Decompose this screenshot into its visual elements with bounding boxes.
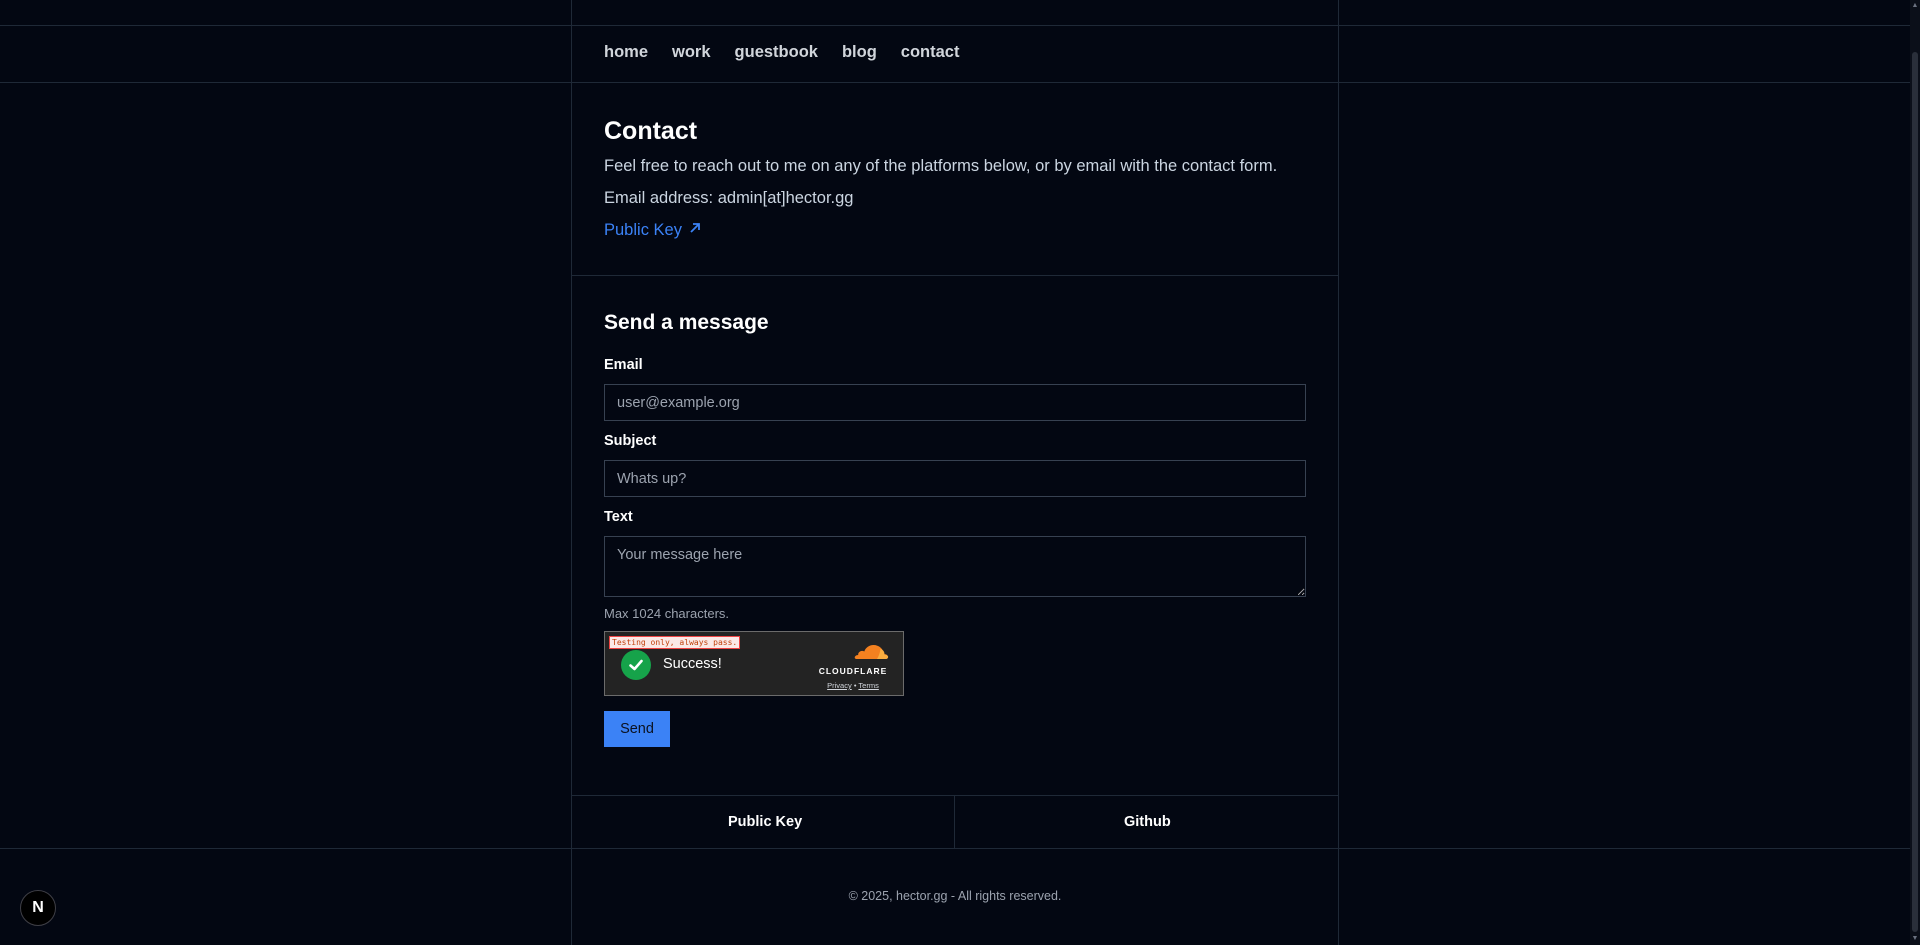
captcha-terms-link[interactable]: Terms <box>858 681 878 690</box>
grid-line-left <box>571 0 572 945</box>
grid-line-right <box>1338 0 1339 945</box>
page-title: Contact <box>604 117 698 145</box>
message-textarea[interactable] <box>604 536 1306 597</box>
send-button[interactable]: Send <box>604 711 670 747</box>
subject-input[interactable] <box>604 460 1306 497</box>
page-scrollbar[interactable]: ▲ ▼ <box>1910 0 1920 945</box>
subject-label: Subject <box>604 433 657 449</box>
footer-github-link[interactable]: Github <box>1124 814 1171 830</box>
footer-public-key-link[interactable]: Public Key <box>728 814 802 830</box>
footer-links-divider <box>571 795 1339 796</box>
nav-contact[interactable]: contact <box>901 43 960 62</box>
nav-guestbook[interactable]: guestbook <box>735 43 818 62</box>
grid-line-top <box>0 25 1910 26</box>
external-arrow-icon <box>688 221 702 240</box>
text-label: Text <box>604 509 633 525</box>
scrollbar-thumb[interactable] <box>1912 52 1918 932</box>
captcha-testing-note: Testing only, always pass. <box>609 636 741 649</box>
email-address: Email address: admin[at]hector.gg <box>604 189 854 207</box>
email-label: Email <box>604 357 643 373</box>
scroll-down-icon[interactable]: ▼ <box>1911 935 1919 943</box>
public-key-link[interactable]: Public Key <box>604 221 702 240</box>
scroll-up-icon[interactable]: ▲ <box>1911 2 1919 10</box>
nextjs-badge[interactable]: N <box>20 890 56 926</box>
nextjs-badge-letter: N <box>32 899 44 916</box>
checkmark-icon <box>621 650 651 680</box>
grid-line-nav-bottom <box>0 82 1910 83</box>
grid-line-footer <box>0 848 1910 849</box>
cloudflare-cloud-icon <box>854 645 889 659</box>
nav-blog[interactable]: blog <box>842 43 877 62</box>
main-nav: home work guestbook blog contact <box>604 43 959 62</box>
captcha-link-separator: • <box>853 681 857 690</box>
footer-links-separator <box>954 795 955 848</box>
turnstile-captcha[interactable]: Testing only, always pass. Success! CLOU… <box>604 631 904 696</box>
nav-home[interactable]: home <box>604 43 648 62</box>
send-message-title: Send a message <box>604 311 769 334</box>
captcha-links: Privacy • Terms <box>817 681 889 690</box>
contact-intro: Feel free to reach out to me on any of t… <box>604 157 1278 175</box>
email-input[interactable] <box>604 384 1306 421</box>
public-key-label: Public Key <box>604 221 682 239</box>
nav-work[interactable]: work <box>672 43 711 62</box>
captcha-privacy-link[interactable]: Privacy <box>827 681 852 690</box>
copyright: © 2025, hector.gg - All rights reserved. <box>848 889 1062 903</box>
section-divider <box>571 275 1339 276</box>
cloudflare-brand: CLOUDFLARE <box>818 666 888 676</box>
character-limit-hint: Max 1024 characters. <box>604 606 730 621</box>
captcha-status: Success! <box>663 656 722 672</box>
cloudflare-logo: CLOUDFLARE Privacy • Terms <box>817 642 889 690</box>
